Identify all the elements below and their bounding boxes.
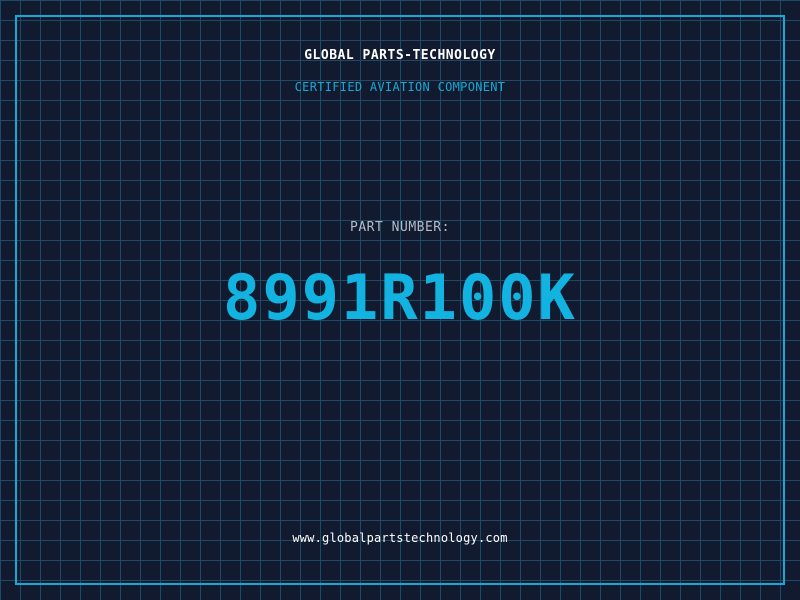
website-url: www.globalpartstechnology.com — [292, 531, 508, 545]
company-name: GLOBAL PARTS-TECHNOLOGY — [304, 48, 496, 63]
part-number-label: PART NUMBER: — [350, 220, 450, 235]
certification-subtitle: CERTIFIED AVIATION COMPONENT — [294, 80, 506, 94]
part-label-card: GLOBAL PARTS-TECHNOLOGY CERTIFIED AVIATI… — [0, 0, 800, 600]
part-number-value: 8991R100K — [223, 261, 577, 334]
